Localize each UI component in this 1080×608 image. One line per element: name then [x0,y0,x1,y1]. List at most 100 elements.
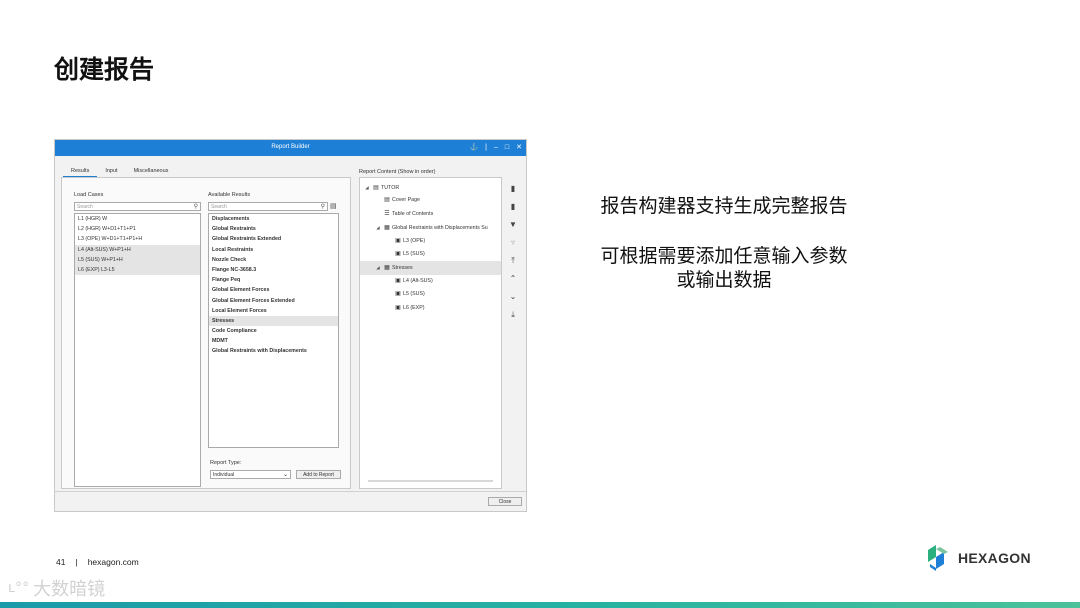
list-item[interactable]: Code Compliance [209,326,338,336]
pin-icon[interactable]: ⚓ [469,143,478,152]
tree-node-label: Stresses [392,265,413,272]
divider: | [485,144,487,151]
list-item[interactable]: L3 (OPE) W+D1+T1+P1+H [75,234,200,244]
tree-node-label: Cover Page [392,197,420,204]
list-item[interactable]: L5 (SUS) W+P1+H [75,254,200,265]
list-item[interactable]: Local Element Forces [209,306,338,316]
close-button[interactable]: Close [488,497,522,506]
tree-node-icon: ▣ [395,277,401,284]
slide-title: 创建报告 [54,55,155,84]
delete-icon[interactable]: ▮ [506,180,520,198]
list-item[interactable]: Flange NC-3658.3 [209,265,338,275]
watermark: ʟ°° 大数暗镜 [8,575,105,601]
tree-node-label: L6 (EXP) [403,304,425,311]
list-item[interactable]: MDMT [209,336,338,346]
list-item[interactable]: Global Restraints Extended [209,234,338,244]
tree-expander-icon[interactable]: ◢ [363,181,371,194]
list-item[interactable]: Flange Peq [209,275,338,285]
delete-all-icon[interactable]: ▮ [506,198,520,216]
tree-node-icon: ▦ [384,265,390,272]
available-results-search-input[interactable]: Search ⚲ [208,202,328,211]
tree-node-icon: ▣ [395,250,401,257]
tree-node[interactable]: ▣ L3 (OPE) [360,235,501,248]
report-type-label: Report Type: [210,460,242,466]
filter-icon[interactable]: ▼ [506,216,520,234]
description-line-2: 可根据需要添加任意输入参数 [600,245,848,267]
tree-node[interactable]: ◢ ▦ Global Restraints with Displacements S… [360,221,501,234]
tree-node-icon: ▣ [395,237,401,244]
list-item[interactable]: L4 (Alt-SUS) W+P1+H [75,244,200,255]
tab-miscellaneous[interactable]: Miscellaneous [126,167,177,177]
report-type-value: Individual [213,472,235,478]
filter-list-icon[interactable]: ▤ [330,202,337,210]
tree-node-label: Global Restraints with Displacements Su [392,225,488,232]
search-placeholder: Search [77,204,93,210]
window-title: Report Builder [271,144,310,150]
window-controls: ⚓ | – □ ✕ [469,143,522,152]
footer-separator: | [75,557,78,567]
minimize-icon[interactable]: – [494,143,498,152]
list-item[interactable]: Nozzle Check [209,255,338,265]
tree-node-icon: ▦ [384,225,390,232]
tree-node-label: L3 (OPE) [403,237,426,244]
list-item[interactable]: Local Restraints [209,245,338,255]
tree-node[interactable]: ☰ Table of Contents [360,208,501,221]
list-item[interactable]: L1 (HGR) W [75,214,200,224]
move-top-icon[interactable]: ⤒ [506,252,520,270]
tab-results[interactable]: Results [63,167,98,177]
website: hexagon.com [87,557,139,567]
tree-node[interactable]: ▣ L5 (SUS) [360,248,501,261]
tree-node-label: L4 (Alt-SUS) [403,277,433,284]
add-to-report-button[interactable]: Add to Report [296,470,341,479]
close-icon[interactable]: ✕ [516,143,522,152]
chevron-down-icon: ⌄ [282,472,288,478]
maximize-icon[interactable]: □ [505,143,509,152]
list-item[interactable]: Global Element Forces Extended [209,296,338,306]
tree-node-icon: ▤ [384,197,390,204]
available-results-list[interactable]: Displacements Global Restraints Global Res… [208,213,339,448]
tree-node[interactable]: ▣ L6 (EXP) [360,302,501,315]
tree-node-icon: ▣ [395,291,401,298]
tree-expander-icon[interactable]: ◢ [374,261,382,274]
window-titlebar: Report Builder ⚓ | – □ ✕ [55,140,526,156]
tree-node-icon: ▣ [395,304,401,311]
list-item[interactable]: Stresses [209,315,338,327]
window-footer: Close [55,491,526,511]
tree-node[interactable]: ▣ L4 (Alt-SUS) [360,275,501,288]
move-up-icon[interactable]: ⌃ [506,270,520,288]
tree-node[interactable]: ◢ ▤ TUTOR [360,181,501,194]
tree-node[interactable]: ▣ L5 (SUS) [360,288,501,301]
load-cases-list[interactable]: L1 (HGR) W L2 (HGR) W+D1+T1+P1 L3 (OPE) W+… [74,213,201,487]
filter-clear-icon[interactable]: ▿ [506,234,520,252]
list-item[interactable]: Global Restraints [209,224,338,234]
list-item[interactable]: Displacements [209,214,338,224]
move-bottom-icon[interactable]: ⤓ [506,306,520,324]
tree-expander-icon[interactable]: ◢ [374,221,382,234]
load-cases-search-input[interactable]: Search ⚲ [74,202,201,211]
report-tools: ▮ ▮ ▼ ▿ ⤒ ⌃ ⌄ ⤓ [506,180,520,324]
report-type-select[interactable]: Individual ⌄ [210,470,291,479]
tree-node[interactable]: ▤ Cover Page [360,194,501,207]
report-content-tree[interactable]: ◢ ▤ TUTOR ▤ Cover Page ☰ Table of Contents ◢ ▦ Gl… [359,177,502,489]
slide-footer: 41 | hexagon.com [56,557,139,567]
hexagon-logo-icon [928,545,948,571]
results-pane: Load Cases Search ⚲ L1 (HGR) W L2 (HGR) W… [61,177,351,489]
search-icon: ⚲ [193,204,198,210]
list-item[interactable]: L2 (HGR) W+D1+T1+P1 [75,224,200,234]
page-number: 41 [56,557,66,567]
tab-bar: Results Input Miscellaneous [63,167,176,177]
description-line-3: 或输出数据 [676,269,772,291]
move-down-icon[interactable]: ⌄ [506,288,520,306]
tab-input[interactable]: Input [97,167,125,177]
report-builder-window: Report Builder ⚓ | – □ ✕ Results Input M… [54,139,527,512]
list-item[interactable]: Global Restraints with Displacements [209,346,338,356]
tree-node[interactable]: ◢ ▦ Stresses [360,261,501,275]
horizontal-scrollbar[interactable] [368,480,493,482]
tree-node-label: Table of Contents [392,210,434,217]
load-cases-label: Load Cases [74,192,104,198]
slide: 创建报告 Report Builder ⚓ | – □ ✕ Results In… [0,0,1080,608]
list-item[interactable]: Global Element Forces [209,285,338,295]
bottom-accent-bar [0,602,1080,608]
list-item[interactable]: L6 (EXP) L3-L5 [75,264,200,276]
tree-node-label: TUTOR [381,185,400,191]
